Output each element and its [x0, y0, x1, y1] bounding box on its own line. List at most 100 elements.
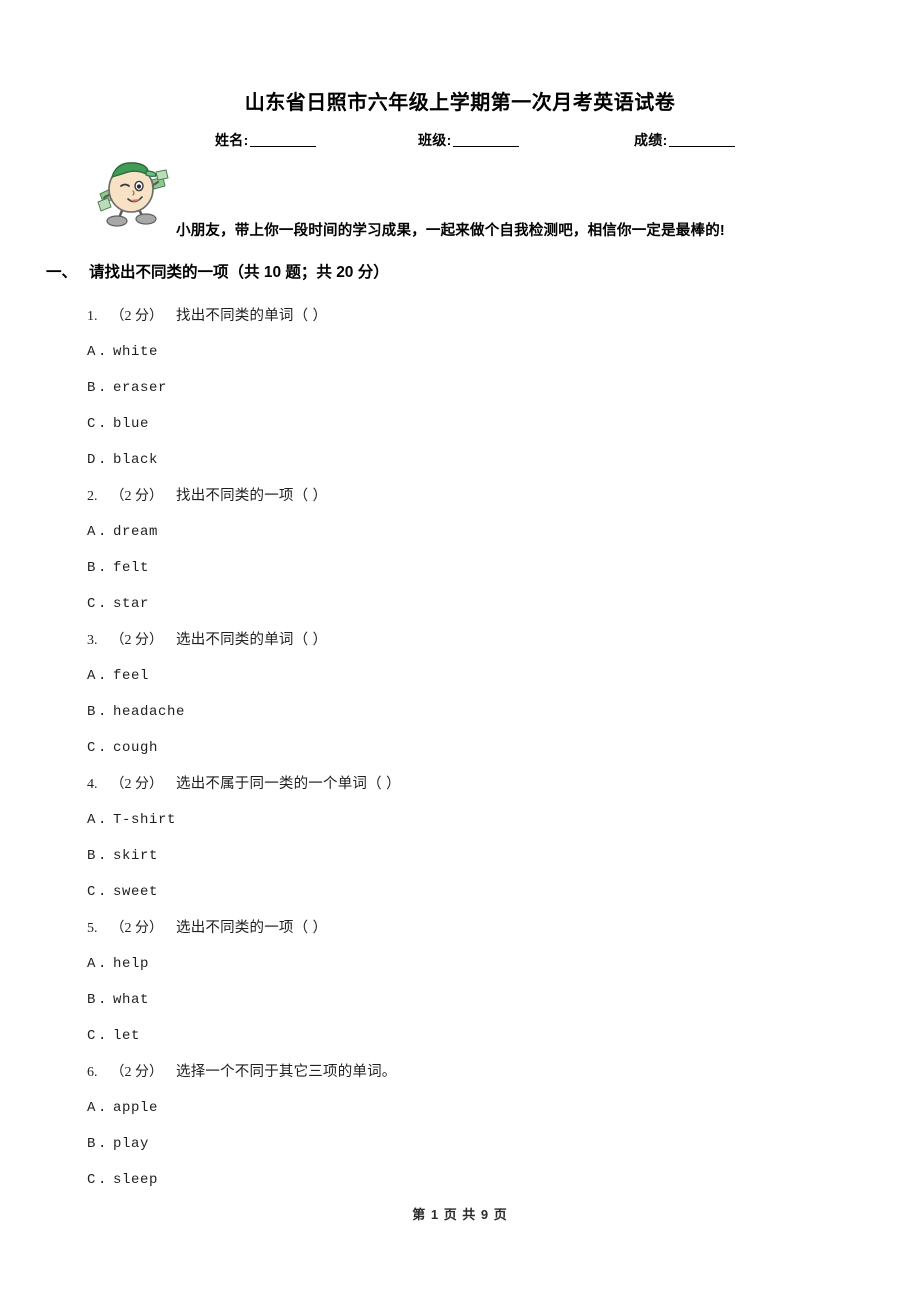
name-field-blank[interactable] [249, 134, 316, 147]
question-block: 4. （2 分） 选出不属于同一类的一个单词（ ） A. T-shirt B. skir… [0, 766, 920, 910]
question-option[interactable]: C. let [0, 1018, 920, 1054]
question-option[interactable]: B. play [0, 1126, 920, 1162]
option-key: D [87, 452, 97, 468]
option-key: B [87, 1136, 97, 1152]
section-meta: （共 10 题；共 20 分） [228, 264, 389, 281]
option-dot: . [98, 704, 108, 720]
question-score: （2 分） [110, 489, 164, 504]
question-score: （2 分） [110, 1065, 164, 1080]
cartoon-student-mascot-icon [90, 158, 172, 232]
question-option[interactable]: B. felt [0, 550, 920, 586]
option-text: feel [113, 668, 150, 684]
section-number: 一、 [46, 264, 78, 281]
option-text: star [113, 596, 150, 612]
question-option[interactable]: A. dream [0, 514, 920, 550]
option-key: B [87, 380, 97, 396]
option-key: C [87, 1172, 97, 1188]
question-index: 4. [87, 777, 98, 792]
option-dot: . [98, 1136, 108, 1152]
page-title: 山东省日照市六年级上学期第一次月考英语试卷 [244, 92, 676, 114]
class-field-blank[interactable] [452, 134, 519, 147]
name-field-label: 姓名: [215, 132, 249, 148]
class-field-label: 班级: [418, 132, 452, 148]
option-dot: . [98, 884, 108, 900]
question-option[interactable]: B. what [0, 982, 920, 1018]
question-index: 1. [87, 309, 98, 324]
question-block: 6. （2 分） 选择一个不同于其它三项的单词。 A. apple B. play C.… [0, 1054, 920, 1198]
option-dot: . [98, 380, 108, 396]
option-text: blue [113, 416, 150, 432]
option-text: black [113, 452, 159, 468]
option-key: A [87, 1100, 97, 1116]
question-option[interactable]: D. black [0, 442, 920, 478]
option-dot: . [98, 992, 108, 1008]
score-field[interactable]: 成绩: [634, 130, 735, 150]
page-footer: 第 1 页 共 9 页 [412, 1207, 508, 1222]
question-block: 2. （2 分） 找出不同类的一项（ ） A. dream B. felt C. star [0, 478, 920, 622]
question-option[interactable]: A. feel [0, 658, 920, 694]
question-index: 3. [87, 633, 98, 648]
question-text: 选出不同类的一项（ ） [176, 920, 328, 936]
question-score: （2 分） [110, 921, 164, 936]
option-text: dream [113, 524, 159, 540]
option-text: apple [113, 1100, 159, 1116]
question-stem: 5. （2 分） 选出不同类的一项（ ） [0, 910, 920, 946]
question-option[interactable]: C. sweet [0, 874, 920, 910]
option-dot: . [98, 416, 108, 432]
option-text: sleep [113, 1172, 159, 1188]
option-key: C [87, 1028, 97, 1044]
score-field-blank[interactable] [668, 134, 735, 147]
option-text: T-shirt [113, 812, 177, 828]
option-key: C [87, 416, 97, 432]
option-text: skirt [113, 848, 159, 864]
option-dot: . [98, 560, 108, 576]
option-key: A [87, 668, 97, 684]
option-key: A [87, 344, 97, 360]
option-dot: . [98, 956, 108, 972]
question-option[interactable]: A. apple [0, 1090, 920, 1126]
option-dot: . [98, 1100, 108, 1116]
section-heading: 一、 请找出不同类的一项（共 10 题；共 20 分） [46, 260, 389, 282]
question-stem: 2. （2 分） 找出不同类的一项（ ） [0, 478, 920, 514]
option-dot: . [98, 596, 108, 612]
option-text: cough [113, 740, 159, 756]
question-block: 3. （2 分） 选出不同类的单词（ ） A. feel B. headache C. c… [0, 622, 920, 766]
question-option[interactable]: C. blue [0, 406, 920, 442]
question-option[interactable]: C. cough [0, 730, 920, 766]
option-key: B [87, 848, 97, 864]
question-option[interactable]: C. star [0, 586, 920, 622]
option-dot: . [98, 1172, 108, 1188]
option-text: let [113, 1028, 141, 1044]
name-field[interactable]: 姓名: [215, 130, 316, 150]
question-stem: 1. （2 分） 找出不同类的单词（ ） [0, 298, 920, 334]
option-dot: . [98, 668, 108, 684]
question-block: 5. （2 分） 选出不同类的一项（ ） A. help B. what C. let [0, 910, 920, 1054]
question-text: 选择一个不同于其它三项的单词。 [176, 1064, 397, 1080]
question-score: （2 分） [110, 777, 164, 792]
class-field[interactable]: 班级: [418, 130, 519, 150]
option-text: help [113, 956, 150, 972]
question-text: 找出不同类的一项（ ） [176, 488, 328, 504]
question-stem: 3. （2 分） 选出不同类的单词（ ） [0, 622, 920, 658]
question-score: （2 分） [110, 633, 164, 648]
option-key: A [87, 956, 97, 972]
option-text: white [113, 344, 159, 360]
intro-text: 小朋友，带上你一段时间的学习成果，一起来做个自我检测吧，相信你一定是最棒的! [176, 223, 725, 239]
question-option[interactable]: C. sleep [0, 1162, 920, 1198]
question-index: 6. [87, 1065, 98, 1080]
question-option[interactable]: B. eraser [0, 370, 920, 406]
question-option[interactable]: A. T-shirt [0, 802, 920, 838]
option-key: B [87, 992, 97, 1008]
option-key: C [87, 740, 97, 756]
question-text: 找出不同类的单词（ ） [176, 308, 328, 324]
option-key: C [87, 596, 97, 612]
question-option[interactable]: B. skirt [0, 838, 920, 874]
option-key: A [87, 524, 97, 540]
question-option[interactable]: A. white [0, 334, 920, 370]
question-option[interactable]: A. help [0, 946, 920, 982]
question-text: 选出不同类的单词（ ） [176, 632, 328, 648]
question-option[interactable]: B. headache [0, 694, 920, 730]
option-key: C [87, 884, 97, 900]
question-stem: 4. （2 分） 选出不属于同一类的一个单词（ ） [0, 766, 920, 802]
option-key: B [87, 704, 97, 720]
